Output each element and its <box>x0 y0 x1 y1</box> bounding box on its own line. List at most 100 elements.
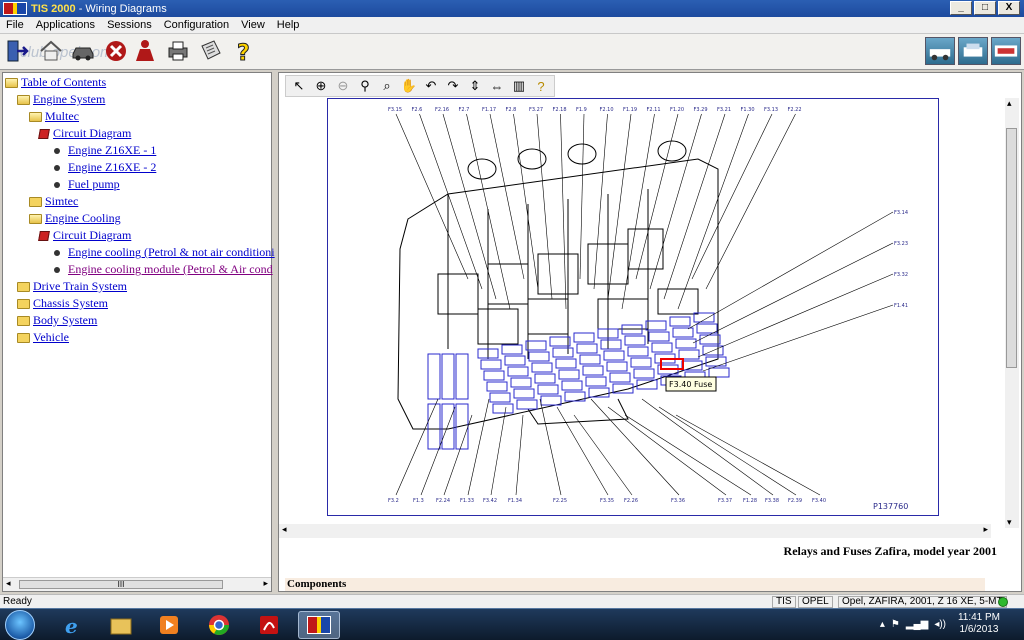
fuse-box-diagram[interactable]: F3.15 F2.6 F2.16 F2.7 F1.17 F2.8 F3.27 F2.18 F1.… <box>327 98 939 516</box>
tree-item-engine-z16xe-1[interactable]: Engine Z16XE - 1 <box>51 143 156 158</box>
relay-slot[interactable] <box>427 403 441 450</box>
tree-item-cooling-no-air[interactable]: Engine cooling (Petrol & not air conditi… <box>51 245 275 260</box>
menu-view[interactable]: View <box>235 19 271 31</box>
selected-fuse-highlight[interactable] <box>660 358 684 370</box>
fuse-slot[interactable] <box>507 366 529 377</box>
fuse-slot[interactable] <box>708 367 730 378</box>
zoom-icon[interactable]: ⚲ <box>355 77 375 95</box>
fuse-slot[interactable] <box>540 395 562 406</box>
fuse-slot[interactable] <box>489 392 511 403</box>
fuse-slot[interactable] <box>516 399 538 410</box>
tree-link-circuit-diagram[interactable]: Circuit Diagram <box>53 126 131 141</box>
menu-sessions[interactable]: Sessions <box>101 19 158 31</box>
scroll-left-icon[interactable]: ◂ <box>6 578 11 589</box>
rotate-left-icon[interactable]: ↶ <box>421 77 441 95</box>
diagram-vertical-scrollbar[interactable]: ▴ ▾ <box>1005 98 1019 528</box>
fuse-slot[interactable] <box>483 370 505 381</box>
fuse-slot[interactable] <box>531 362 553 373</box>
fuse-slot[interactable] <box>501 344 523 355</box>
fuse-slot[interactable] <box>555 358 577 369</box>
fuse-slot[interactable] <box>528 351 550 362</box>
taskbar-chrome[interactable] <box>198 611 240 639</box>
tree-link-cooling-module[interactable]: Engine cooling module (Petrol & Air cond <box>68 262 273 277</box>
fuse-slot[interactable] <box>630 357 652 368</box>
zoom-in-icon[interactable]: ⊕ <box>311 77 331 95</box>
tree-link-drive-train[interactable]: Drive Train System <box>33 279 127 294</box>
tree-item-drive-train[interactable]: Drive Train System <box>17 279 127 294</box>
diagnosis-mode-button[interactable] <box>925 37 955 65</box>
help-button[interactable]: ? <box>231 38 257 64</box>
taskbar-ie[interactable]: e <box>52 611 94 639</box>
tree-item-fuel-pump[interactable]: Fuel pump <box>51 177 120 192</box>
fuse-slot[interactable] <box>573 332 595 343</box>
relay-slot[interactable] <box>455 353 469 400</box>
fuse-slot[interactable] <box>537 384 559 395</box>
fuse-slot[interactable] <box>549 336 571 347</box>
fuse-slot[interactable] <box>675 338 697 349</box>
close-button[interactable]: X <box>998 1 1020 15</box>
fuse-slot[interactable] <box>576 343 598 354</box>
menu-applications[interactable]: Applications <box>30 19 101 31</box>
fuse-slot[interactable] <box>510 377 532 388</box>
tree-link-engine-cooling[interactable]: Engine Cooling <box>45 211 121 226</box>
tree-link-engine-system[interactable]: Engine System <box>33 92 105 107</box>
vehicle-button[interactable] <box>70 38 96 64</box>
fuse-slot[interactable] <box>492 403 514 414</box>
taskbar-media[interactable] <box>148 611 190 639</box>
fuse-slot[interactable] <box>603 350 625 361</box>
fuse-slot[interactable] <box>534 373 556 384</box>
fuse-slot[interactable] <box>480 359 502 370</box>
maximize-button[interactable]: □ <box>974 1 996 15</box>
fuse-slot[interactable] <box>504 355 526 366</box>
notes-button[interactable] <box>198 38 224 64</box>
cancel-button[interactable] <box>103 38 129 64</box>
tree-item-engine-z16xe-2[interactable]: Engine Z16XE - 2 <box>51 160 156 175</box>
taskbar-tis2000[interactable] <box>298 611 340 639</box>
fuse-slot[interactable] <box>624 335 646 346</box>
relay-slot[interactable] <box>441 353 455 400</box>
taskbar-explorer[interactable] <box>100 611 142 639</box>
tree-item-engine-cooling[interactable]: Engine Cooling <box>29 211 121 226</box>
menu-help[interactable]: Help <box>271 19 306 31</box>
fuse-slot[interactable] <box>561 380 583 391</box>
wiring-mode-button[interactable] <box>991 37 1021 65</box>
tree-link-vehicle[interactable]: Vehicle <box>33 330 69 345</box>
fuse-slot[interactable] <box>585 376 607 387</box>
tree-item-circuit-diagram-cooling[interactable]: Circuit Diagram <box>38 228 131 243</box>
scroll-thumb[interactable]: III <box>19 580 223 589</box>
relay-slot[interactable] <box>427 353 441 400</box>
action-center-flag-icon[interactable]: ⚑ <box>891 619 900 630</box>
scroll-right-icon[interactable]: ▸ <box>263 578 268 589</box>
fuse-slot[interactable] <box>513 388 535 399</box>
minimize-button[interactable]: _ <box>950 1 972 15</box>
colors-icon[interactable]: ▥ <box>509 77 529 95</box>
scroll-down-icon[interactable]: ▾ <box>1007 517 1012 528</box>
tree-item-engine-system[interactable]: Engine System <box>17 92 105 107</box>
start-button[interactable] <box>5 610 35 640</box>
tree-link-engine-z16xe-2[interactable]: Engine Z16XE - 2 <box>68 160 156 175</box>
tree-item-toc[interactable]: Table of Contents <box>5 75 106 90</box>
print-button[interactable] <box>165 38 191 64</box>
service-mode-button[interactable] <box>958 37 988 65</box>
fuse-slot[interactable] <box>582 365 604 376</box>
tree-link-simtec[interactable]: Simtec <box>45 194 78 209</box>
tree-horizontal-scrollbar[interactable]: ◂ III ▸ <box>3 577 271 591</box>
tree-link-fuel-pump[interactable]: Fuel pump <box>68 177 120 192</box>
user-button[interactable] <box>132 38 158 64</box>
fuse-slot[interactable] <box>600 339 622 350</box>
tree-link-circuit-diagram-cooling[interactable]: Circuit Diagram <box>53 228 131 243</box>
tree-link-chassis[interactable]: Chassis System <box>33 296 108 311</box>
fuse-slot[interactable] <box>651 342 673 353</box>
fuse-slot[interactable] <box>699 334 721 345</box>
fuse-slot[interactable] <box>696 323 718 334</box>
tree-item-body[interactable]: Body System <box>17 313 97 328</box>
tree-item-vehicle[interactable]: Vehicle <box>17 330 69 345</box>
help-icon[interactable]: ? <box>531 77 551 95</box>
tree-link-multec[interactable]: Multec <box>45 109 79 124</box>
tree-item-simtec[interactable]: Simtec <box>29 194 78 209</box>
show-hidden-icons-icon[interactable]: ▴ <box>880 619 885 630</box>
fuse-slot[interactable] <box>672 327 694 338</box>
fuse-slot[interactable] <box>579 354 601 365</box>
fuse-slot[interactable] <box>552 347 574 358</box>
exit-button[interactable] <box>4 38 30 64</box>
